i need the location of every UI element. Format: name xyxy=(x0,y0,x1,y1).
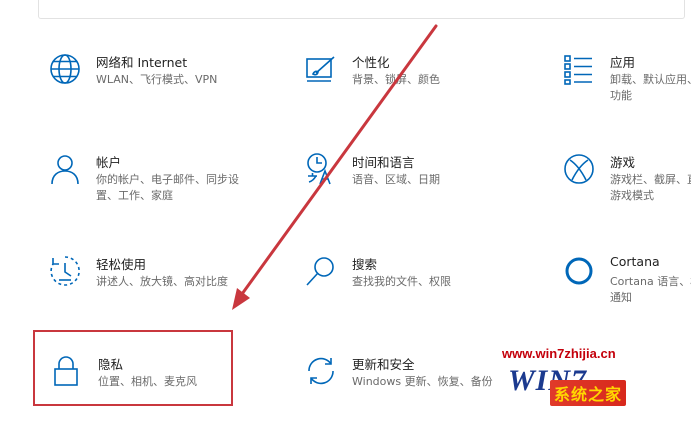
search-icon xyxy=(304,254,338,288)
previous-row-edge xyxy=(38,0,685,19)
cortana-icon xyxy=(562,254,596,288)
person-icon xyxy=(48,152,82,186)
tile-description: 卸载、默认应用、可选功能 xyxy=(610,73,691,102)
tile-title: 搜索 xyxy=(352,257,378,272)
tile-title: 应用 xyxy=(610,55,636,70)
tile-description: 游戏栏、截屏、直播、游戏模式 xyxy=(610,173,691,202)
tile-apps[interactable]: 应用 卸载、默认应用、可选功能 xyxy=(562,52,691,122)
tile-description: 背景、锁屏、颜色 xyxy=(352,73,440,86)
site-watermark: www.win7zhijia.cn WIN7 系统之家 xyxy=(502,346,687,414)
tile-description: 讲述人、放大镜、高对比度 xyxy=(96,275,228,288)
tile-title: 更新和安全 xyxy=(352,357,415,372)
watermark-cn-text: 系统之家 xyxy=(550,380,627,406)
tile-accounts[interactable]: 帐户 你的帐户、电子邮件、同步设置、工作、家庭 xyxy=(48,152,248,222)
tile-title: 网络和 Internet xyxy=(96,55,188,70)
ease-of-access-icon xyxy=(48,254,82,288)
tile-gaming[interactable]: 游戏 游戏栏、截屏、直播、游戏模式 xyxy=(562,152,691,222)
tile-cortana[interactable]: Cortana Cortana 语言、权限、通知 xyxy=(562,254,691,324)
privacy-highlight-box xyxy=(33,330,233,406)
paint-brush-icon xyxy=(304,52,338,86)
tile-description: WLAN、飞行模式、VPN xyxy=(96,73,218,86)
tile-title: 时间和语言 xyxy=(352,155,415,170)
tile-description: 查找我的文件、权限 xyxy=(352,275,451,288)
globe-icon xyxy=(48,52,82,86)
tile-personalization[interactable]: 个性化 背景、锁屏、颜色 xyxy=(304,52,504,122)
tile-title: 个性化 xyxy=(352,55,390,70)
apps-list-icon xyxy=(562,52,596,86)
tile-description: Cortana 语言、权限、通知 xyxy=(610,275,691,304)
tile-title: 轻松使用 xyxy=(96,257,147,272)
tile-description: 语音、区域、日期 xyxy=(352,173,440,186)
time-language-icon xyxy=(304,152,338,186)
tile-title: Cortana xyxy=(610,254,660,269)
tile-time-language[interactable]: 时间和语言 语音、区域、日期 xyxy=(304,152,504,222)
tile-title: 游戏 xyxy=(610,155,636,170)
tile-ease-of-access[interactable]: 轻松使用 讲述人、放大镜、高对比度 xyxy=(48,254,248,324)
tile-title: 帐户 xyxy=(96,155,122,170)
watermark-url: www.win7zhijia.cn xyxy=(502,346,616,361)
tile-search[interactable]: 搜索 查找我的文件、权限 xyxy=(304,254,504,324)
tile-network[interactable]: 网络和 Internet WLAN、飞行模式、VPN xyxy=(48,52,248,122)
tile-update-security[interactable]: 更新和安全 Windows 更新、恢复、备份 xyxy=(304,354,504,424)
sync-icon xyxy=(304,354,338,388)
top-strip xyxy=(0,0,691,32)
tile-description: Windows 更新、恢复、备份 xyxy=(352,375,493,388)
xbox-icon xyxy=(562,152,596,186)
tile-description: 你的帐户、电子邮件、同步设置、工作、家庭 xyxy=(96,173,239,202)
